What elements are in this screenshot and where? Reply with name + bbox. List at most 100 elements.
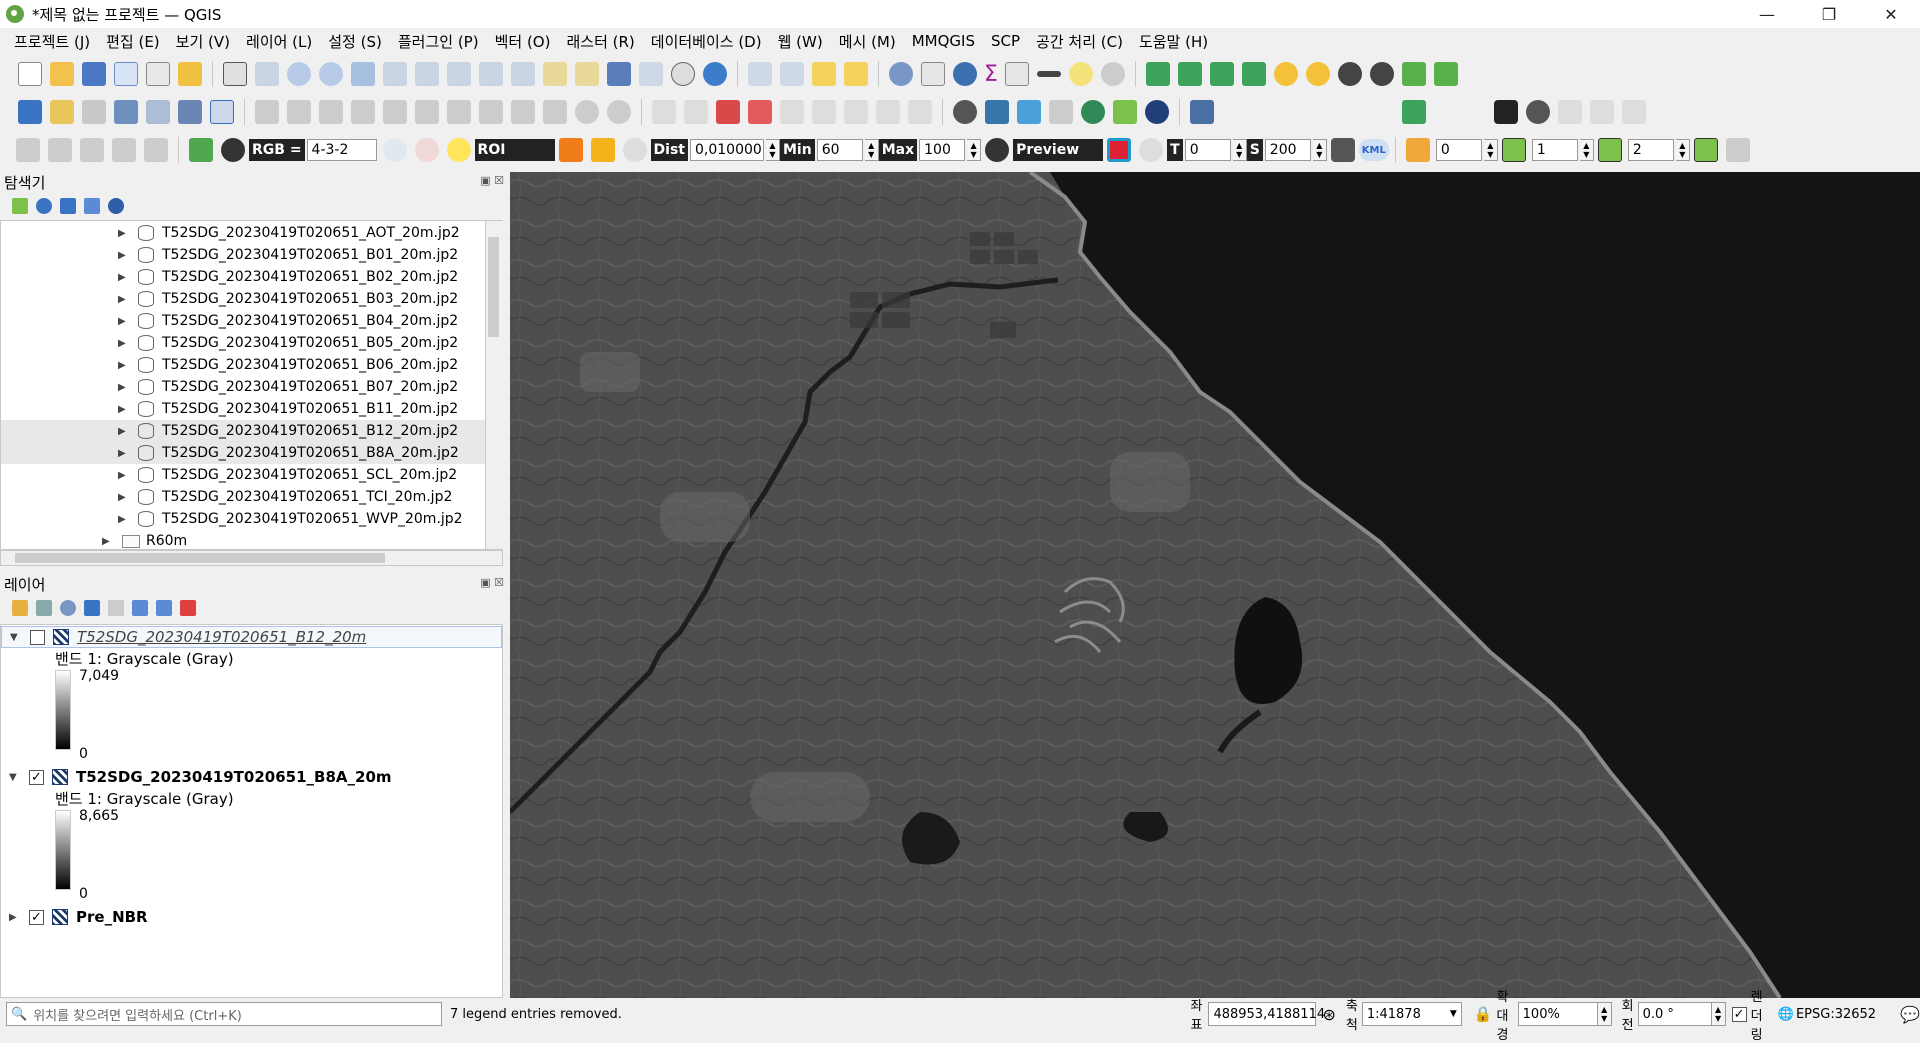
field-2-spinner[interactable]: ▲ ▼ xyxy=(1579,139,1594,161)
browser-tree[interactable]: ▶ T52SDG_20230419T020651_AOT_20m.jp2 ▶ T52… xyxy=(0,220,486,550)
scp-table-icon[interactable] xyxy=(1725,138,1750,162)
zoom-in-icon[interactable] xyxy=(287,62,311,86)
cut-icon[interactable] xyxy=(479,100,503,124)
temporal-clock-icon[interactable] xyxy=(671,62,695,86)
filter-expression-icon[interactable] xyxy=(108,600,124,616)
brightness-down-icon[interactable] xyxy=(1305,62,1330,86)
add-wms-icon[interactable] xyxy=(146,100,170,124)
map-canvas[interactable] xyxy=(510,172,1920,998)
paste-icon[interactable] xyxy=(543,100,567,124)
identify-icon[interactable] xyxy=(889,62,913,86)
contrast-up-icon[interactable] xyxy=(1337,62,1362,86)
expand-arrow-icon[interactable]: ▶ xyxy=(118,272,128,283)
browser-item[interactable]: ▶ T52SDG_20230419T020651_B06_20m.jp2 xyxy=(1,354,485,376)
sync-icon[interactable] xyxy=(1081,100,1105,124)
add-selected-icon[interactable] xyxy=(12,198,28,214)
redo-icon[interactable] xyxy=(607,100,631,124)
map-tips-icon[interactable] xyxy=(1068,62,1093,86)
scp-preview-icon[interactable] xyxy=(1107,138,1132,162)
help-question-icon[interactable] xyxy=(1190,100,1214,124)
scale-combo[interactable]: 1:41878 ▼ xyxy=(1361,1002,1462,1026)
gamma-up-icon[interactable] xyxy=(1401,62,1426,86)
save-edits-icon[interactable] xyxy=(319,100,343,124)
browser-vertical-scrollbar[interactable] xyxy=(486,220,503,550)
new-project-icon[interactable] xyxy=(18,62,42,86)
abc-label-icon[interactable] xyxy=(748,100,772,124)
t-input[interactable]: 0 xyxy=(1184,139,1231,161)
browser-item[interactable]: ▶ T52SDG_20230419T020651_AOT_20m.jp2 xyxy=(1,222,485,244)
menu-web[interactable]: 웹 (W) xyxy=(770,31,831,52)
select-by-value-icon[interactable] xyxy=(780,62,804,86)
locator-search-icon[interactable] xyxy=(1100,62,1125,86)
save-project-icon[interactable] xyxy=(82,62,106,86)
scp-zoom-icon[interactable] xyxy=(221,138,245,162)
label-icon[interactable] xyxy=(652,100,676,124)
scp-dock-icon[interactable] xyxy=(1402,100,1426,124)
render-checkbox[interactable]: ✓ xyxy=(1731,1006,1747,1022)
save-as-icon[interactable] xyxy=(114,62,138,86)
expand-arrow-icon[interactable]: ▶ xyxy=(118,470,128,481)
digitize-circle-icon[interactable] xyxy=(48,138,72,162)
layout-icon[interactable] xyxy=(146,62,170,86)
histogram-blue-icon[interactable] xyxy=(1209,62,1234,86)
menu-settings[interactable]: 설정 (S) xyxy=(320,31,390,52)
scp-next-1-icon[interactable] xyxy=(1501,138,1526,162)
new-map-view-icon[interactable] xyxy=(543,62,567,86)
scp-settings-gear-icon[interactable] xyxy=(1526,100,1550,124)
browser-item[interactable]: ▶ T52SDG_20230419T020651_B07_20m.jp2 xyxy=(1,376,485,398)
digitize-polygon-icon[interactable] xyxy=(80,138,104,162)
style-layer-icon[interactable] xyxy=(12,600,28,616)
dist-spinner[interactable]: ▲ ▼ xyxy=(766,139,780,161)
browser-item[interactable]: ▶ T52SDG_20230419T020651_B05_20m.jp2 xyxy=(1,332,485,354)
kml-export-icon[interactable]: KML xyxy=(1358,139,1389,161)
delete-selected-icon[interactable] xyxy=(447,100,471,124)
expand-arrow-icon[interactable]: ▶ xyxy=(102,536,112,547)
dist-input[interactable]: 0,010000 xyxy=(690,139,764,161)
coord-toggle-icon[interactable]: ⊛ xyxy=(1322,1005,1335,1024)
zoom-selection-icon[interactable] xyxy=(383,62,407,86)
scp-roi-arrow-icon[interactable] xyxy=(558,138,583,162)
locator-search-input[interactable]: 🔍 위치를 찾으려면 입력하세요 (Ctrl+K) xyxy=(6,1002,442,1026)
field-2-input[interactable]: 1 xyxy=(1531,139,1578,161)
add-delimited-text-icon[interactable] xyxy=(114,100,138,124)
rotation-spinner[interactable]: ▲ ▼ xyxy=(1711,1002,1726,1026)
layer-visibility-checkbox[interactable]: ✓ xyxy=(29,909,44,925)
layer-tree[interactable]: ▼ T52SDG_20230419T020651_B12_20m 밴드 1: G… xyxy=(0,624,503,998)
collapse-arrow-icon[interactable]: ▼ xyxy=(10,632,20,643)
pin-labels-icon[interactable] xyxy=(684,100,708,124)
histogram-red-icon[interactable] xyxy=(1177,62,1202,86)
scp-add-icon[interactable] xyxy=(1558,100,1582,124)
messages-icon[interactable]: 💬 xyxy=(1900,1005,1920,1024)
expand-arrow-icon[interactable]: ▶ xyxy=(9,912,19,923)
menu-database[interactable]: 데이터베이스 (D) xyxy=(643,31,770,52)
menu-view[interactable]: 보기 (V) xyxy=(168,31,238,52)
contrast-down-icon[interactable] xyxy=(1369,62,1394,86)
expand-arrow-icon[interactable]: ▶ xyxy=(118,316,128,327)
s-input[interactable]: 200 xyxy=(1264,139,1311,161)
deselect-icon[interactable] xyxy=(812,62,836,86)
scp-roi-tool-icon[interactable] xyxy=(414,138,439,162)
copy-icon[interactable] xyxy=(511,100,535,124)
menu-plugins[interactable]: 플러그인 (P) xyxy=(390,31,487,52)
manage-themes-icon[interactable] xyxy=(60,600,76,616)
scp-radius-icon[interactable] xyxy=(382,138,407,162)
select-location-icon[interactable] xyxy=(844,62,868,86)
new-3d-view-icon[interactable] xyxy=(575,62,599,86)
digitize-shape-icon[interactable] xyxy=(16,138,40,162)
browser-horizontal-scrollbar[interactable] xyxy=(0,550,503,566)
data-source-manager-icon[interactable] xyxy=(18,100,42,124)
menu-raster[interactable]: 래스터 (R) xyxy=(558,31,642,52)
menu-mesh[interactable]: 메시 (M) xyxy=(831,31,904,52)
expand-arrow-icon[interactable]: ▶ xyxy=(118,426,128,437)
menu-mmqgis[interactable]: MMQGIS xyxy=(904,32,983,50)
zoom-out-icon[interactable] xyxy=(319,62,343,86)
globe-icon[interactable] xyxy=(1145,100,1169,124)
close-button[interactable]: ✕ xyxy=(1868,0,1914,28)
layer-item-pre-nbr[interactable]: ▶ ✓ Pre_NBR xyxy=(1,906,502,928)
measure-ruler-icon[interactable] xyxy=(1036,71,1061,77)
layer-visibility-checkbox[interactable] xyxy=(30,629,45,645)
layer-item-b8a[interactable]: ▼ ✓ T52SDG_20230419T020651_B8A_20m xyxy=(1,766,502,788)
layers-panel-close-icon[interactable]: ▣ ☒ xyxy=(480,576,504,589)
expand-arrow-icon[interactable]: ▶ xyxy=(118,360,128,371)
scrollbar-thumb[interactable] xyxy=(15,553,385,563)
